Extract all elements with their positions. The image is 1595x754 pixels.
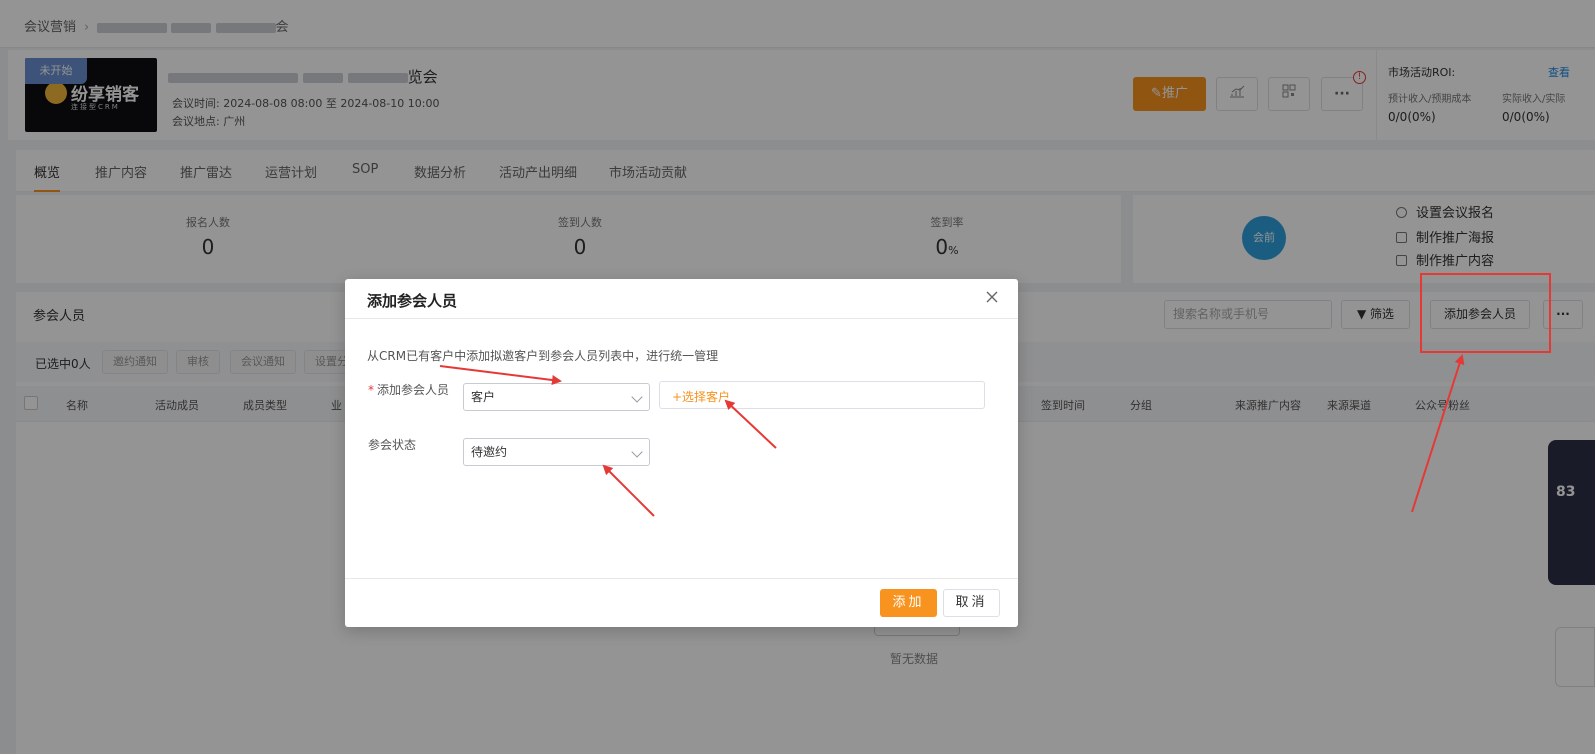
dialog-footer-divider <box>345 578 1018 579</box>
attendee-type-label: * 添加参会人员 <box>368 383 450 397</box>
add-attendee-dialog <box>345 279 1018 627</box>
dialog-description: 从CRM已有客户中添加拟邀客户到参会人员列表中，进行统一管理 <box>367 349 719 363</box>
attendance-status-select[interactable]: 待邀约 <box>463 438 650 466</box>
dialog-header-divider <box>345 318 1018 319</box>
attendee-type-select[interactable]: 客户 <box>463 383 650 411</box>
cancel-button[interactable]: 取消 <box>943 589 1000 617</box>
close-icon[interactable] <box>983 288 1001 306</box>
annotation-highlight-box <box>1420 273 1551 353</box>
dialog-title: 添加参会人员 <box>367 292 458 310</box>
select-customer-link[interactable]: +选择客户 <box>672 388 730 405</box>
chevron-down-icon <box>631 391 643 403</box>
attendance-status-label: 参会状态 <box>368 438 417 452</box>
chevron-down-icon <box>631 446 643 458</box>
confirm-add-button[interactable]: 添加 <box>880 589 937 617</box>
